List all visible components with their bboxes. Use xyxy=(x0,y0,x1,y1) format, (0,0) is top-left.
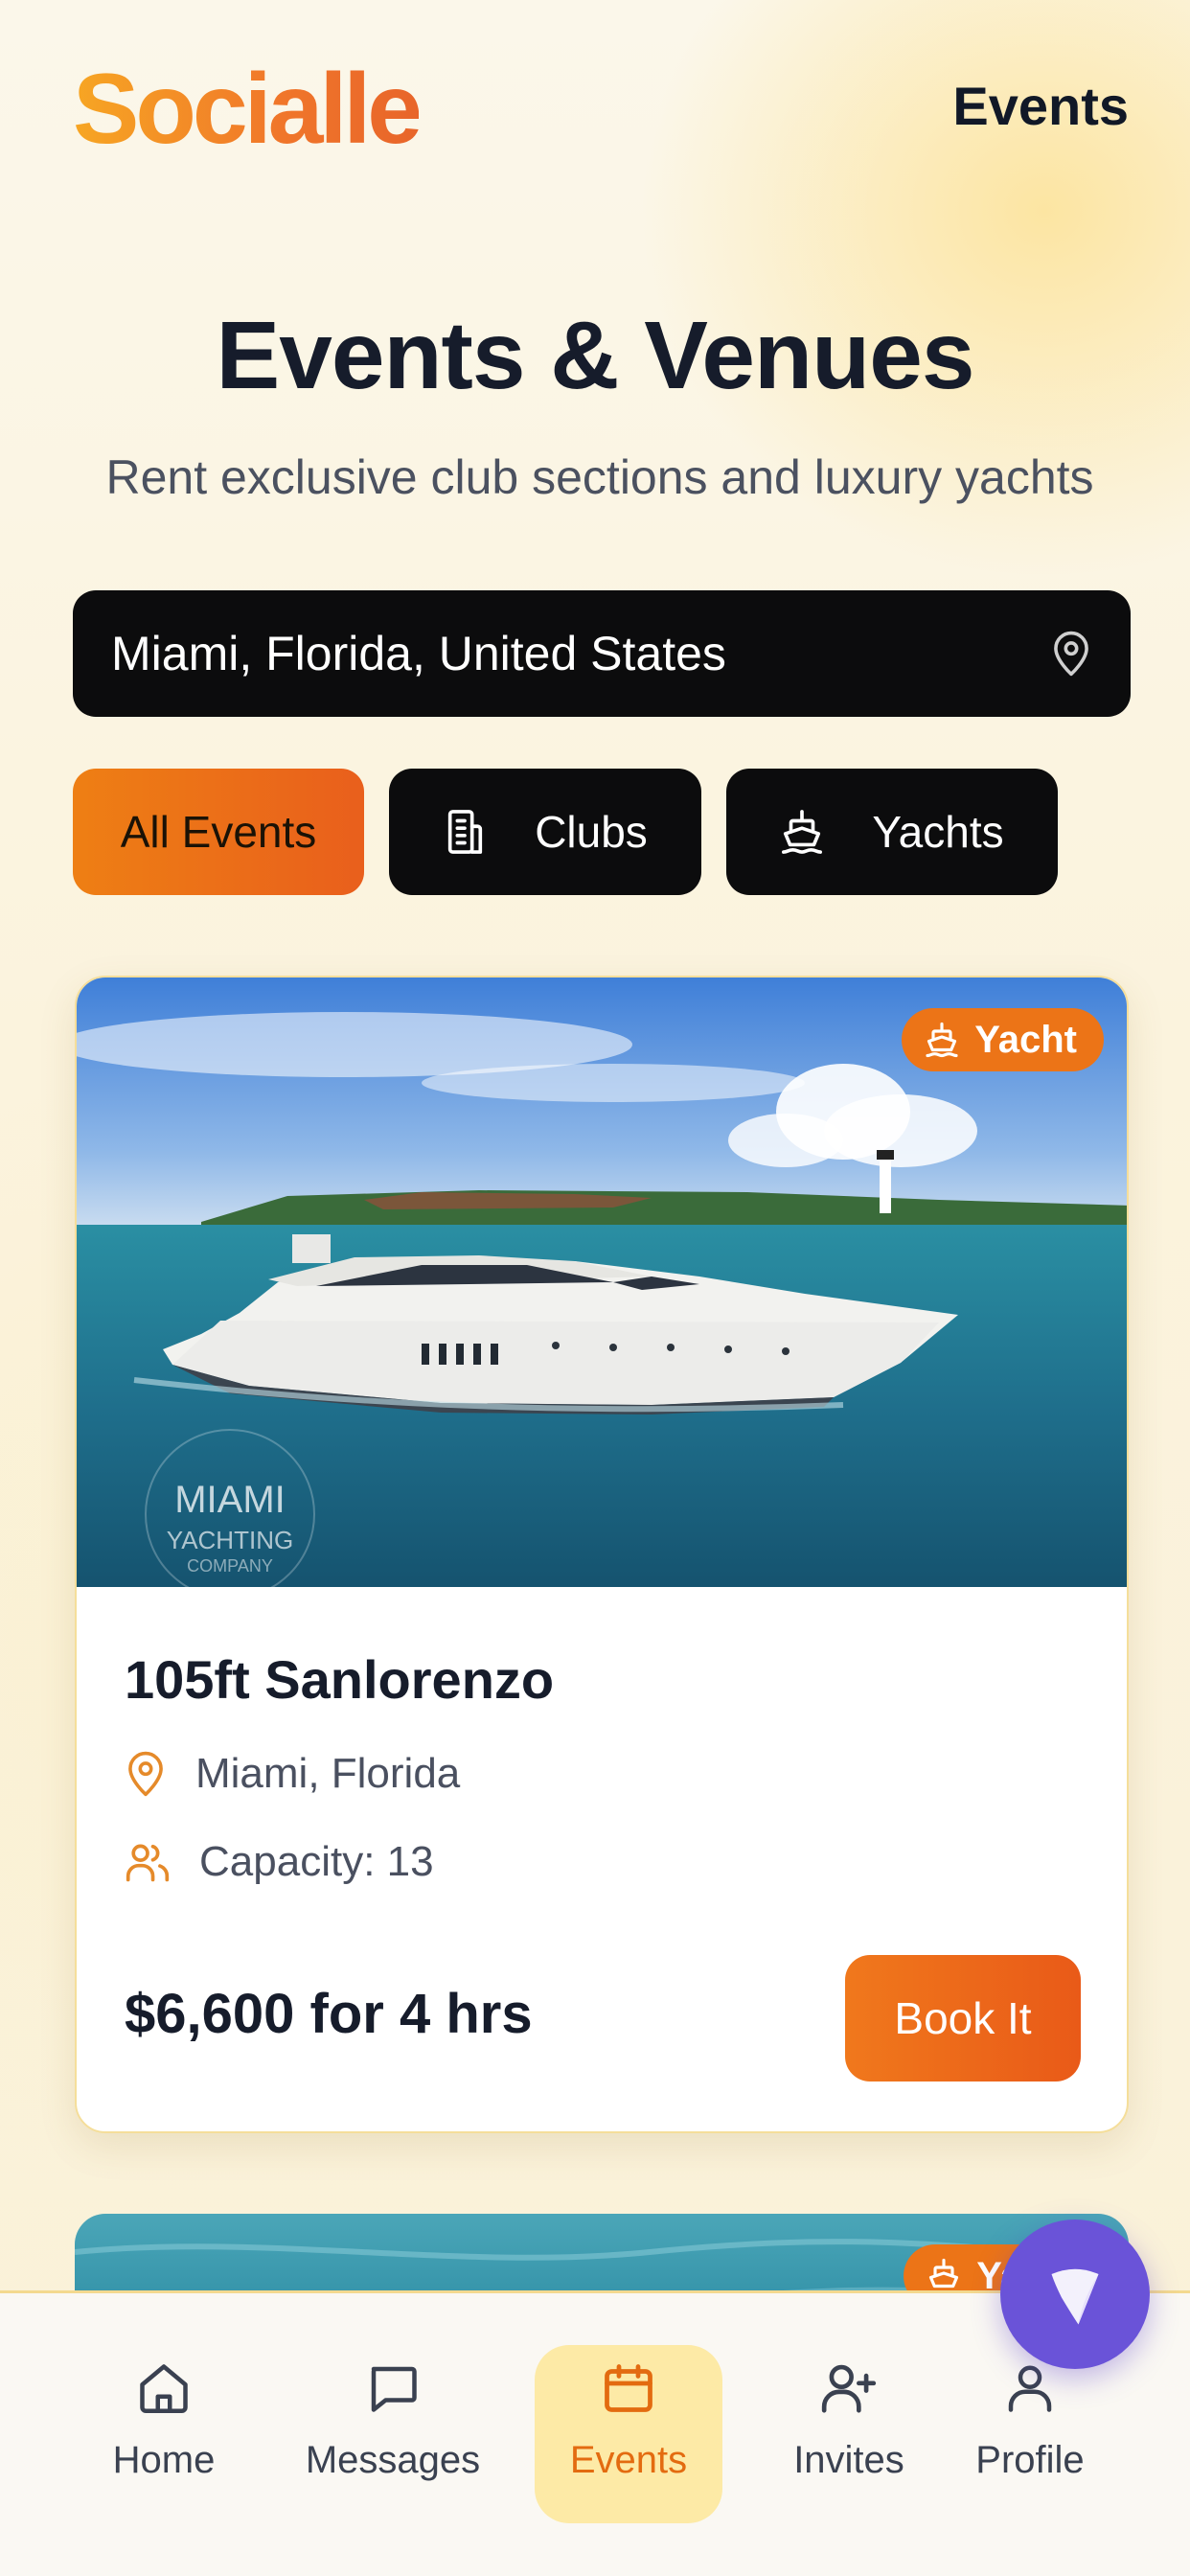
filter-yachts[interactable]: Yachts xyxy=(726,769,1058,895)
nav-events-label: Events xyxy=(569,2439,688,2481)
page-subtitle: Rent exclusive club sections and luxury … xyxy=(105,450,1094,504)
events-page: Socialle Events Events & Venues Rent exc… xyxy=(0,0,1190,2576)
app-logo[interactable]: Socialle xyxy=(73,52,423,167)
calendar-icon xyxy=(605,2364,652,2412)
nav-events[interactable]: Events xyxy=(535,2345,722,2523)
floating-action-button[interactable] xyxy=(1000,2220,1150,2369)
nav-home[interactable]: Home xyxy=(102,2345,226,2523)
filter-all-events-label: All Events xyxy=(120,807,317,857)
building-icon xyxy=(448,810,483,854)
filter-all-events[interactable]: All Events xyxy=(73,769,364,895)
listing-location: Miami, Florida xyxy=(125,1750,460,1798)
location-value: Miami, Florida, United States xyxy=(111,627,726,680)
filter-clubs-label: Clubs xyxy=(535,807,648,857)
map-pin-icon xyxy=(128,1751,163,1797)
map-pin-icon xyxy=(1054,631,1088,677)
listing-capacity: Capacity: 13 xyxy=(125,1838,434,1886)
svg-text:YACHTING: YACHTING xyxy=(167,1526,293,1554)
message-icon xyxy=(371,2366,417,2412)
listing-title: 105ft Sanlorenzo xyxy=(125,1649,555,1710)
page-title: Events & Venues xyxy=(216,302,975,409)
svg-text:MIAMI: MIAMI xyxy=(174,1479,286,1521)
nav-profile-label: Profile xyxy=(975,2439,1085,2481)
ship-icon xyxy=(929,2258,959,2288)
listing-capacity-text: Capacity: 13 xyxy=(199,1838,434,1885)
listing-card[interactable]: MIAMI YACHTING COMPANY Yacht 105ft Sanlo… xyxy=(75,976,1129,2133)
listing-type-label: Yacht xyxy=(974,1018,1077,1061)
listing-location-text: Miami, Florida xyxy=(195,1750,461,1797)
location-selector[interactable]: Miami, Florida, United States xyxy=(73,590,1131,717)
ship-icon xyxy=(926,1022,958,1058)
nav-invites[interactable]: Invites xyxy=(763,2345,935,2523)
filter-clubs[interactable]: Clubs xyxy=(389,769,701,895)
home-icon xyxy=(140,2364,188,2413)
nav-profile[interactable]: Profile xyxy=(968,2345,1092,2523)
nav-invites-label: Invites xyxy=(793,2439,904,2481)
nav-messages-label: Messages xyxy=(305,2439,481,2481)
heart-shield-icon xyxy=(1051,2268,1099,2325)
listing-price: $6,600 for 4 hrs xyxy=(125,1983,533,2045)
user-icon xyxy=(1008,2365,1052,2412)
app-header: Socialle Events xyxy=(73,52,1129,167)
users-icon xyxy=(126,1844,170,1882)
header-title: Events xyxy=(952,76,1129,136)
ship-icon xyxy=(782,810,823,854)
book-it-button[interactable]: Book It xyxy=(845,1955,1081,2082)
svg-text:COMPANY: COMPANY xyxy=(187,1556,273,1576)
nav-messages[interactable]: Messages xyxy=(287,2345,498,2523)
nav-home-label: Home xyxy=(112,2439,216,2481)
listing-type-badge: Yacht xyxy=(902,1008,1104,1071)
filter-yachts-label: Yachts xyxy=(872,807,1004,857)
user-plus-icon xyxy=(821,2364,877,2413)
